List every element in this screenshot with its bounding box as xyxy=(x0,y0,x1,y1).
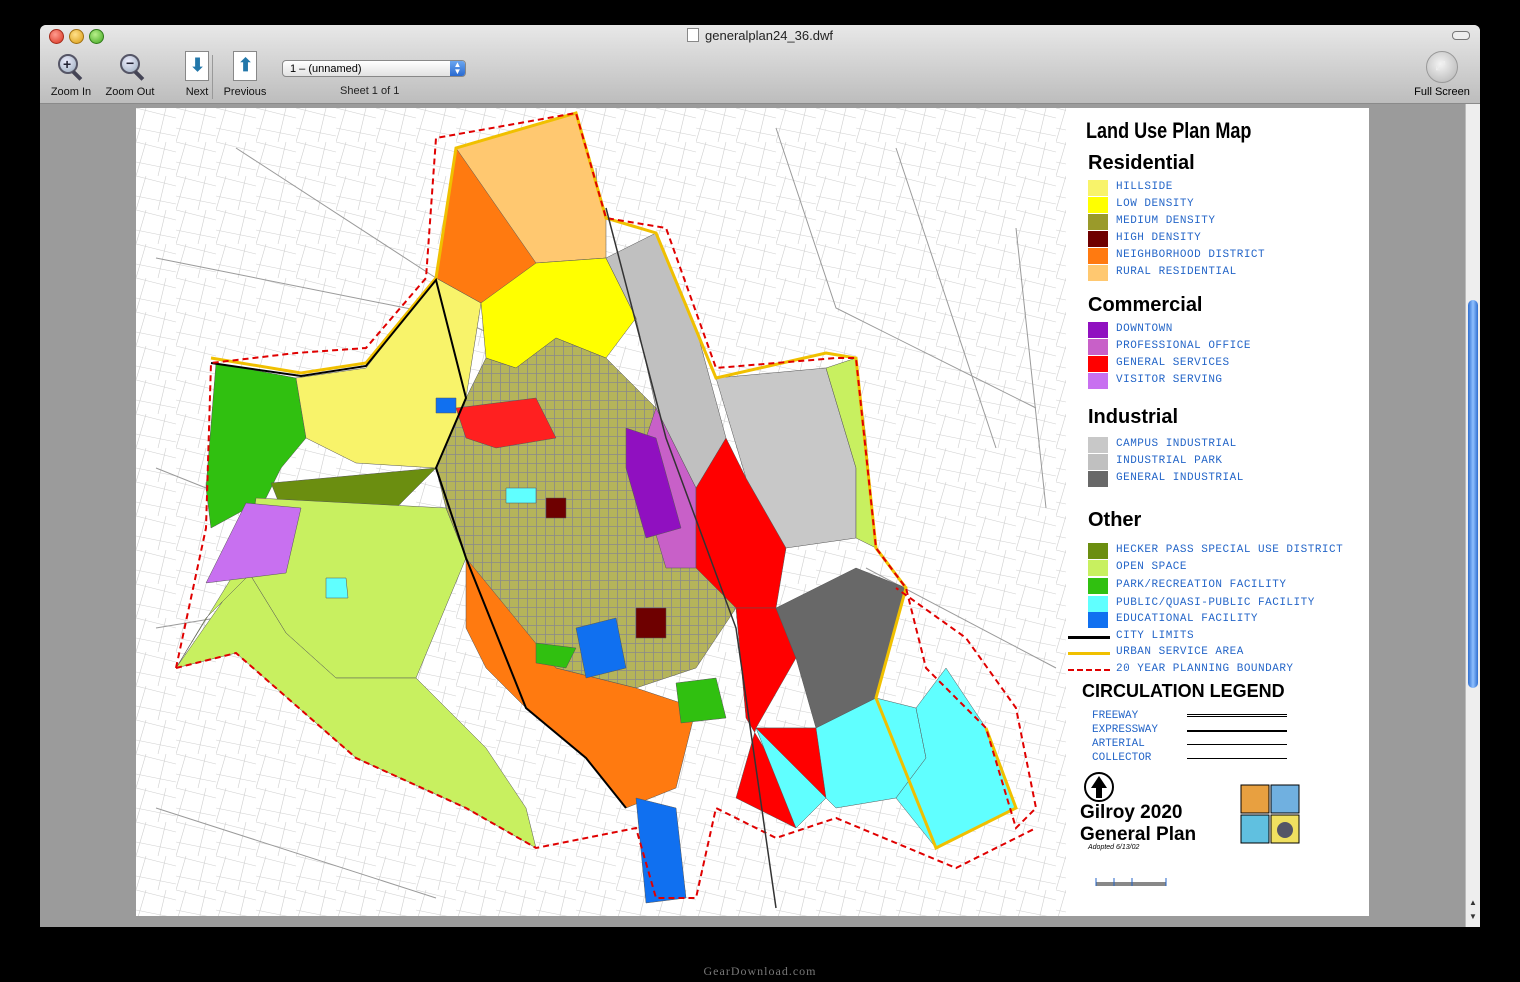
circulation-item: COLLECTOR xyxy=(1092,752,1152,764)
full-screen-button[interactable]: ⤢ Full Screen xyxy=(1412,51,1472,98)
circulation-item: ARTERIAL xyxy=(1092,738,1145,750)
previous-page-icon: ⬆ xyxy=(233,51,257,81)
previous-page-button[interactable]: ⬆ Previous xyxy=(220,51,270,98)
scrollbar-thumb[interactable] xyxy=(1468,300,1478,688)
collector-line xyxy=(1187,758,1287,759)
scale-bar-icon xyxy=(1095,878,1167,886)
window-title: generalplan24_36.dwf xyxy=(40,28,1480,43)
industrial-heading: Industrial xyxy=(1088,406,1179,428)
document-icon xyxy=(687,28,700,42)
title-bar: generalplan24_36.dwf + Zoom In − Zoom Ou… xyxy=(40,25,1480,104)
arterial-line xyxy=(1187,744,1287,745)
freeway-line xyxy=(1187,714,1287,717)
land-use-map xyxy=(136,108,1066,916)
city-logo-icon xyxy=(1240,784,1300,844)
scroll-up-arrow[interactable]: ▲ xyxy=(1469,898,1477,907)
next-page-icon: ⬇ xyxy=(185,51,209,81)
map-legend: Land Use Plan Map Residential HILLSIDE L… xyxy=(1068,108,1369,916)
vertical-scrollbar[interactable]: ▲ ▼ xyxy=(1465,104,1480,927)
sheet-select[interactable]: 1 – (unnamed) ▲ ▼ xyxy=(282,60,466,77)
watermark: GearDownload.com xyxy=(703,964,817,978)
next-page-button[interactable]: ⬇ Next xyxy=(178,51,216,98)
document-page: Land Use Plan Map Residential HILLSIDE L… xyxy=(136,108,1369,916)
zoom-in-button[interactable]: + Zoom In xyxy=(48,51,94,98)
other-heading: Other xyxy=(1088,509,1142,531)
expressway-line xyxy=(1187,730,1287,732)
circulation-item: FREEWAY xyxy=(1092,710,1139,722)
select-arrows-icon: ▲ ▼ xyxy=(450,61,465,76)
adopted-date: Adopted 6/13/02 xyxy=(1088,844,1140,851)
residential-heading: Residential xyxy=(1088,152,1195,174)
north-arrow-icon xyxy=(1084,772,1114,802)
plan-subtitle: General Plan xyxy=(1080,824,1197,845)
commercial-heading: Commercial xyxy=(1088,294,1203,316)
scroll-down-arrow[interactable]: ▼ xyxy=(1469,912,1477,921)
document-viewport[interactable]: Land Use Plan Map Residential HILLSIDE L… xyxy=(40,104,1466,927)
circulation-heading: CIRCULATION LEGEND xyxy=(1082,681,1285,701)
toolbar-toggle-button[interactable] xyxy=(1452,31,1470,40)
full-screen-icon: ⤢ xyxy=(1426,51,1458,83)
viewer-window: generalplan24_36.dwf + Zoom In − Zoom Ou… xyxy=(40,25,1480,927)
sheet-info: Sheet 1 of 1 xyxy=(340,85,400,97)
circulation-item: EXPRESSWAY xyxy=(1092,724,1159,736)
plan-title: Gilroy 2020 xyxy=(1080,802,1183,823)
zoom-out-button[interactable]: − Zoom Out xyxy=(100,51,160,98)
legend-title: Land Use Plan Map xyxy=(1086,118,1252,143)
